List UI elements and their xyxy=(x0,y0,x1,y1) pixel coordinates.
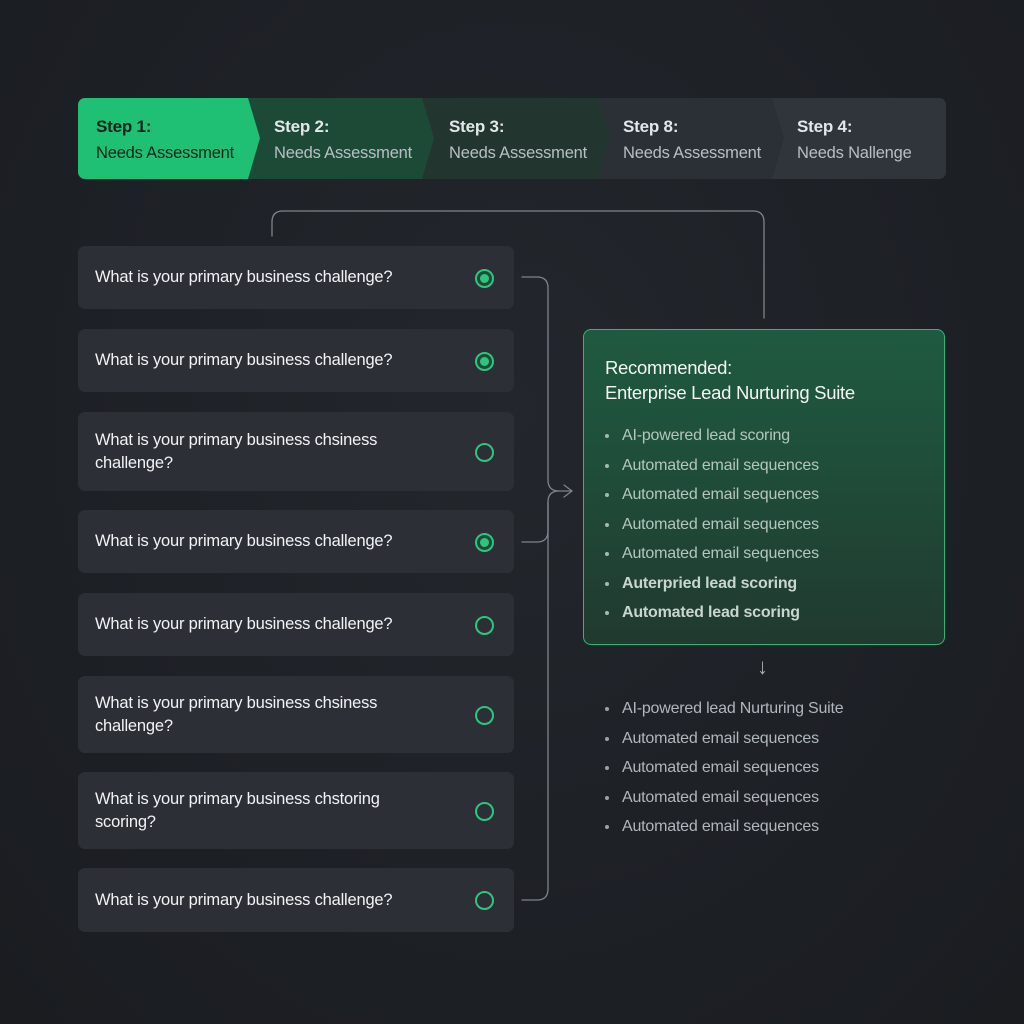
bracket-arrowhead-icon xyxy=(563,484,573,498)
question-text: What is your primary business chsiness c… xyxy=(95,693,378,735)
radio-empty-icon[interactable] xyxy=(475,615,494,635)
feature-item: Auterpried lead scoring xyxy=(605,569,924,599)
details-item: Automated email sequences xyxy=(604,812,843,842)
progress-stepper: Step 1: Needs Assessment Step 2: Needs A… xyxy=(78,98,946,179)
question-text: What is your primary business challenge? xyxy=(95,532,393,550)
bracket-upper xyxy=(521,276,573,492)
step-number: Step 3: xyxy=(449,117,505,136)
step-4-tab[interactable]: Step 8: Needs Assessment xyxy=(596,98,784,179)
step-label: Needs Assessment xyxy=(96,144,235,162)
feature-item: Automated email sequences xyxy=(605,539,924,569)
feature-item: Automated lead scoring xyxy=(605,598,924,628)
radio-empty-icon[interactable] xyxy=(475,705,494,725)
step-label: Needs Nallenge xyxy=(797,144,912,162)
details-item: Automated email sequences xyxy=(604,783,843,813)
feature-item: Automated email sequences xyxy=(605,480,924,510)
radio-empty-icon[interactable] xyxy=(475,891,494,910)
question-text: What is your primary business chsiness c… xyxy=(95,430,378,472)
bracket-mid xyxy=(521,490,560,543)
question-text: What is your primary business challenge? xyxy=(95,615,393,633)
details-item: Automated email sequences xyxy=(604,724,843,754)
step-label: Needs Assessment xyxy=(623,144,762,162)
arrow-down-icon: ↓ xyxy=(757,654,768,679)
feature-item: Automated email sequences xyxy=(605,510,924,540)
recommendation-title: Recommended: Enterprise Lead Nurturing S… xyxy=(605,355,924,405)
recommendation-product-name: Enterprise Lead Nurturing Suite xyxy=(605,382,855,403)
step-3-tab[interactable]: Step 3: Needs Assessment xyxy=(422,98,610,179)
details-item: Automated email sequences xyxy=(604,753,843,783)
radio-selected-icon[interactable] xyxy=(475,532,494,552)
details-item: AI-powered lead Nurturing Suite xyxy=(604,694,844,724)
question-card[interactable]: What is your primary business challenge? xyxy=(78,868,514,932)
radio-selected-icon[interactable] xyxy=(475,268,494,288)
question-card[interactable]: What is your primary business challenge? xyxy=(78,246,514,309)
step-number: Step 4: xyxy=(797,117,853,136)
step-number: Step 2: xyxy=(274,117,330,136)
step-number: Step 8: xyxy=(623,117,679,136)
question-card[interactable]: What is your primary business challenge? xyxy=(78,329,514,392)
feature-item: Automated email sequences xyxy=(605,451,924,481)
step-label: Needs Assessment xyxy=(449,144,588,162)
step-number: Step 1: xyxy=(96,117,152,136)
question-card[interactable]: What is your primary business chsiness c… xyxy=(78,412,514,491)
step-label: Needs Assessment xyxy=(274,144,413,162)
radio-empty-icon[interactable] xyxy=(475,801,494,821)
question-card[interactable]: What is your primary business challenge? xyxy=(78,593,514,656)
question-text: What is your primary business challenge? xyxy=(95,268,393,286)
recommendation-card[interactable]: Recommended: Enterprise Lead Nurturing S… xyxy=(583,329,945,645)
question-text: What is your primary business challenge? xyxy=(95,890,393,909)
question-text: What is your primary business challenge? xyxy=(95,351,393,369)
step-5-tab[interactable]: Step 4: Needs Nallenge xyxy=(770,98,946,179)
question-card[interactable]: What is your primary business challenge? xyxy=(78,510,514,573)
bracket-lower xyxy=(521,501,549,901)
question-card[interactable]: What is your primary business chstoring … xyxy=(78,772,514,849)
question-card[interactable]: What is your primary business chsiness c… xyxy=(78,676,514,753)
step-2-tab[interactable]: Step 2: Needs Assessment xyxy=(246,98,434,179)
wizard-canvas: Step 1: Needs Assessment Step 2: Needs A… xyxy=(0,0,1024,1024)
recommendation-heading: Recommended: xyxy=(605,357,732,378)
recommendation-features: AI-powered lead scoring Automated email … xyxy=(605,421,924,628)
step-1-tab[interactable]: Step 1: Needs Assessment xyxy=(78,98,260,179)
feature-item: AI-powered lead scoring xyxy=(605,421,924,451)
radio-selected-icon[interactable] xyxy=(475,351,494,371)
details-list: AI-powered lead Nurturing Suite Automate… xyxy=(604,694,844,842)
radio-empty-icon[interactable] xyxy=(475,442,494,462)
question-text: What is your primary business chstoring … xyxy=(95,789,380,831)
